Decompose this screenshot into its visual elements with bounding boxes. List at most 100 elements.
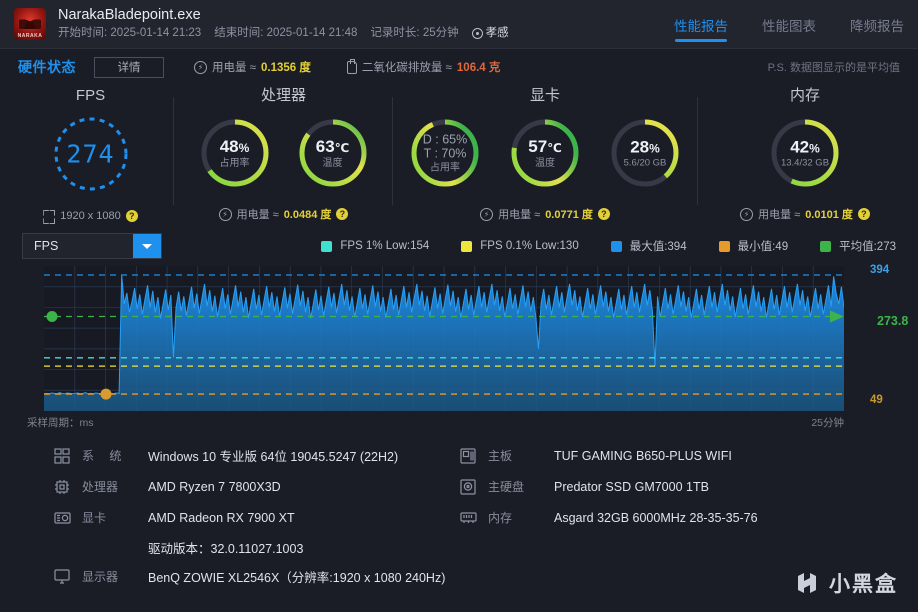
disk-icon <box>458 477 478 497</box>
chart-min-label: 49 <box>870 394 883 406</box>
spec-label-cpu: 处理器 <box>82 480 119 494</box>
metric-select[interactable]: FPS <box>22 233 162 259</box>
fps-chart: 采样周期：ms 25分钟 394 273.8 49 <box>22 264 908 436</box>
detail-button[interactable]: 详情 <box>94 56 164 78</box>
start-time-group: 开始时间: 2025-01-14 21:23 <box>58 25 201 42</box>
cpu-group: 处理器 48% 占用率 63℃ 温度 ⚡ 用电量 ≈ 0.0484 度 ? <box>176 85 391 222</box>
gpu-usage-draw: D : 65% <box>422 132 468 147</box>
watermark-text: 小黑盒 <box>829 573 898 596</box>
end-time-label: 结束时间: <box>214 27 264 39</box>
monitor-icon <box>52 567 72 587</box>
sampling-period-label: 采样周期：ms <box>27 417 94 429</box>
memory-help-icon[interactable]: ? <box>857 208 870 220</box>
spec-row-disk: 主硬盘 Predator SSD GM7000 1TB <box>458 471 878 502</box>
divider-2 <box>392 97 393 205</box>
duration-value: 25分钟 <box>422 27 459 39</box>
legend-label-min: 最小值:49 <box>737 241 789 253</box>
legend-item-01pct-low: FPS 0.1% Low:130 <box>461 240 579 252</box>
cpu-usage-text: 48% 占用率 <box>197 137 273 169</box>
game-app-icon: NARAKA <box>14 8 46 40</box>
gpu-vram-gauge: 28% 5.6/20 GB <box>607 115 683 191</box>
chart-max-label: 394 <box>870 264 890 276</box>
game-icon-label: NARAKA <box>17 33 43 39</box>
divider-3 <box>697 97 698 205</box>
header-text-block: NarakaBladepoint.exe 开始时间: 2025-01-14 21… <box>58 6 509 42</box>
gpu-usage-label: 占用率 <box>430 162 460 174</box>
metric-select-value: FPS <box>34 239 59 253</box>
co2-flask-icon <box>346 58 357 74</box>
legend-swatch-01pct-low <box>461 240 473 252</box>
end-time-value: 2025-01-14 21:48 <box>266 27 358 39</box>
legend-swatch-min <box>718 240 730 252</box>
system-icon <box>52 446 72 466</box>
gpu-usage-gauge: D : 65% T : 70% 占用率 <box>407 115 483 191</box>
cpu-icon <box>52 477 72 497</box>
spec-row-cpu: 处理器 AMD Ryzen 7 7800X3D <box>52 471 452 502</box>
tab-performance-report[interactable]: 性能报告 <box>674 0 728 49</box>
gpu-power-bolt-icon <box>480 207 494 221</box>
gpu-help-icon[interactable]: ? <box>597 208 610 220</box>
spec-value-cpu: AMD Ryzen 7 7800X3D <box>148 479 281 494</box>
spec-value-driver-version: 驱动版本：32.0.11027.1003 <box>148 541 304 556</box>
memory-footer: 用电量 ≈ 0.0101 度 ? <box>700 206 910 222</box>
cpu-help-icon[interactable]: ? <box>336 208 349 220</box>
gpu-power-label: 用电量 ≈ <box>498 209 541 221</box>
gauge-panel: FPS 274 1920 x 1080 ? 处理器 48% 占用率 63℃ 温度… <box>0 85 918 222</box>
tab-performance-chart[interactable]: 性能图表 <box>762 0 816 49</box>
fps-chart-plot[interactable] <box>44 266 844 411</box>
average-note: P.S. 数据图显示的是平均值 <box>767 62 900 74</box>
memory-power-label: 用电量 ≈ <box>758 209 801 221</box>
total-power-label: 用电量 ≈ <box>212 62 257 74</box>
gpu-footer: 用电量 ≈ 0.0771 度 ? <box>395 206 695 222</box>
start-time-label: 开始时间: <box>58 27 108 39</box>
spec-row-system: 系 统 Windows 10 专业版 64位 19045.5247 (22H2) <box>52 440 452 471</box>
spec-row-monitor: 显示器 BenQ ZOWIE XL2546X（分辨率:1920 x 1080 2… <box>52 561 452 592</box>
app-header: NARAKA NarakaBladepoint.exe 开始时间: 2025-0… <box>0 0 918 49</box>
legend-label-1pct-low: FPS 1% Low:154 <box>340 240 430 252</box>
tab-downclock-report[interactable]: 降频报告 <box>850 0 904 49</box>
duration-group: 记录时长: 25分钟 <box>370 25 458 42</box>
spec-value-monitor: BenQ ZOWIE XL2546X（分辨率:1920 x 1080 240Hz… <box>148 571 446 585</box>
memory-power-value: 0.0101 度 <box>805 209 853 221</box>
fps-resolution: 1920 x 1080 <box>60 210 121 222</box>
fps-help-icon[interactable]: ? <box>125 210 138 222</box>
spec-label-disk: 主硬盘 <box>488 480 525 494</box>
cpu-footer: 用电量 ≈ 0.0484 度 ? <box>176 206 391 222</box>
co2-value: 106.4 克 <box>456 62 501 74</box>
co2-stat: 二氧化碳排放量 ≈ 106.4 克 <box>346 58 501 75</box>
memory-usage-value: 42% <box>790 137 820 157</box>
legend-label-max: 最大值:394 <box>629 241 687 253</box>
gpu-temp-label: 温度 <box>535 157 555 169</box>
specs-left-column: 系 统 Windows 10 专业版 64位 19045.5247 (22H2)… <box>52 440 452 592</box>
location-value: 孝感 <box>485 27 509 39</box>
spec-label-motherboard: 主板 <box>488 449 513 463</box>
cpu-power-label: 用电量 ≈ <box>236 209 279 221</box>
divider-1 <box>173 97 174 205</box>
legend-swatch-1pct-low <box>321 240 333 252</box>
cpu-temp-text: 63℃ 温度 <box>295 137 371 169</box>
co2-label: 二氧化碳排放量 ≈ <box>361 62 452 74</box>
chart-toolbar: FPS FPS 1% Low:154 FPS 0.1% Low:130 最大值:… <box>0 228 918 264</box>
resolution-frame-icon <box>43 210 55 222</box>
memory-usage-text: 42% 13.4/32 GB <box>767 137 843 168</box>
end-time-group: 结束时间: 2025-01-14 21:48 <box>214 25 357 42</box>
gpu-usage-text: D : 65% T : 70% 占用率 <box>407 132 483 173</box>
fps-group: FPS 274 1920 x 1080 ? <box>8 85 173 222</box>
hardware-status-bar: 硬件状态 详情 用电量 ≈ 0.1356 度 二氧化碳排放量 ≈ 106.4 克… <box>0 49 918 85</box>
fps-gauge: 274 <box>48 111 134 197</box>
total-power-stat: 用电量 ≈ 0.1356 度 <box>194 59 311 75</box>
report-tabs: 性能报告 性能图表 降频报告 <box>674 0 904 49</box>
spec-label-monitor: 显示器 <box>82 570 119 584</box>
spec-value-ram: Asgard 32GB 6000MHz 28-35-35-76 <box>554 510 758 525</box>
performance-report-page: NARAKA NarakaBladepoint.exe 开始时间: 2025-0… <box>0 0 918 612</box>
legend-label-01pct-low: FPS 0.1% Low:130 <box>480 240 579 252</box>
chart-average-label: 273.8 <box>877 314 909 328</box>
start-time-value: 2025-01-14 21:23 <box>110 27 202 39</box>
game-logo-mark <box>19 13 41 30</box>
chevron-down-icon[interactable] <box>133 234 161 258</box>
spec-value-gpu: AMD Radeon RX 7900 XT <box>148 510 295 525</box>
spec-label-gpu: 显卡 <box>82 511 107 525</box>
cpu-usage-label: 占用率 <box>219 157 250 169</box>
gpu-vram-text: 28% 5.6/20 GB <box>607 137 683 168</box>
hardware-status-title: 硬件状态 <box>18 59 76 75</box>
